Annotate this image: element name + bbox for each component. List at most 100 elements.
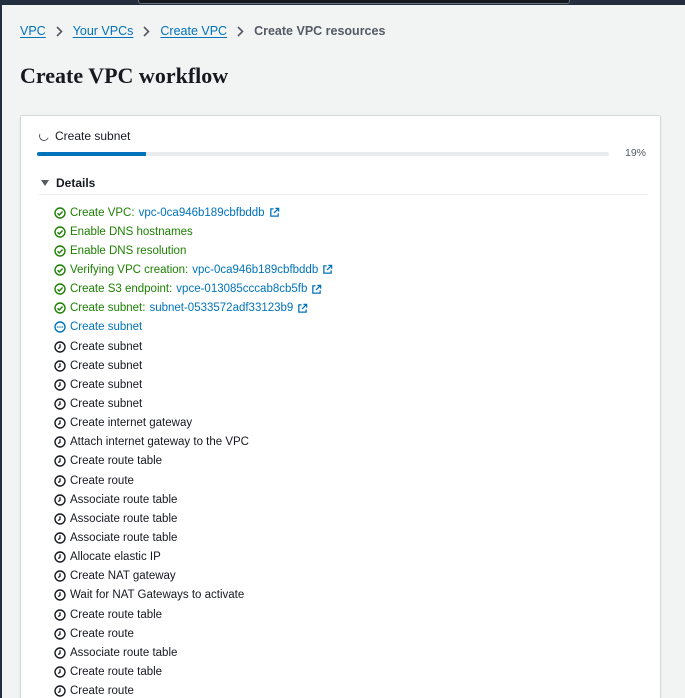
step-label: Create subnet — [70, 397, 143, 410]
status-pending-icon — [54, 474, 66, 487]
step-item: Create subnet: subnet-0533572adf33123b9 — [54, 299, 333, 318]
status-success-icon — [54, 283, 66, 295]
chevron-right-icon — [237, 25, 244, 37]
step-item: Create route — [54, 624, 333, 643]
resource-link[interactable]: vpc-0ca946b189cbfbddb — [139, 207, 265, 219]
external-link-icon[interactable] — [297, 303, 308, 314]
status-pending-icon — [54, 398, 66, 410]
step-label: Associate route table — [70, 493, 178, 506]
status-success-icon — [54, 245, 66, 257]
step-label: Attach internet gateway to the VPC — [70, 436, 249, 449]
resource-link[interactable]: vpce-013085cccab8cb5fb — [176, 283, 307, 295]
status-success-icon — [54, 206, 66, 219]
status-success-icon — [54, 264, 66, 276]
external-link-icon[interactable] — [269, 207, 280, 218]
step-label: Create subnet — [70, 378, 143, 391]
main-content: VPC Your VPCs Create VPC Create VPC reso… — [2, 5, 685, 698]
step-item: Attach internet gateway to the VPC — [54, 433, 333, 452]
step-item: Enable DNS hostnames — [54, 222, 333, 241]
progress-bar-fill — [37, 152, 146, 156]
breadcrumb-your-vpcs[interactable]: Your VPCs — [73, 24, 134, 38]
details-label: Details — [56, 176, 96, 190]
search-input[interactable] — [138, 0, 570, 4]
external-link-icon[interactable] — [322, 264, 333, 275]
step-label: Create route table — [70, 455, 163, 468]
breadcrumb-current: Create VPC resources — [254, 24, 386, 38]
details-toggle[interactable]: Details — [41, 176, 95, 190]
status-pending-icon — [54, 455, 66, 468]
step-item: Verifying VPC creation: vpc-0ca946b189cbf… — [54, 260, 333, 279]
step-label: Associate route table — [70, 512, 178, 525]
progress-percent: 19% — [625, 147, 647, 159]
status-pending-icon — [54, 647, 66, 659]
step-item: Create route — [54, 682, 333, 698]
step-item: Create subnet — [54, 337, 333, 356]
step-item: Associate route table — [54, 528, 333, 547]
status-in-progress-icon — [54, 321, 66, 334]
step-label: Create subnet — [70, 340, 143, 353]
step-label: Create NAT gateway — [70, 570, 176, 583]
status-pending-icon — [54, 685, 66, 697]
step-label: Enable DNS hostnames — [70, 225, 193, 238]
step-item: Create route table — [54, 452, 333, 471]
step-item: Create VPC: vpc-0ca946b189cbfbddb — [54, 203, 333, 222]
chevron-right-icon — [143, 25, 151, 37]
status-success-icon — [54, 302, 66, 314]
step-label: Create VPC: — [70, 206, 135, 219]
step-label: Verifying VPC creation: — [70, 263, 189, 276]
step-label: Create route — [70, 474, 134, 487]
caret-down-icon — [41, 180, 49, 186]
page-title: Create VPC workflow — [20, 63, 229, 88]
status-indicator: Create subnet — [37, 129, 131, 143]
step-item: Create route table — [54, 662, 333, 681]
step-label: Associate route table — [70, 646, 178, 659]
step-item: Create subnet — [54, 356, 333, 375]
step-item: Associate route table — [54, 490, 333, 509]
status-pending-icon — [54, 608, 66, 621]
status-pending-icon — [54, 436, 66, 448]
status-pending-icon — [54, 417, 66, 429]
chevron-right-icon — [56, 25, 63, 37]
step-item: Wait for NAT Gateways to activate — [54, 586, 333, 605]
resource-link[interactable]: vpc-0ca946b189cbfbddb — [192, 264, 318, 276]
status-pending-icon — [54, 379, 66, 391]
step-item: Create subnet — [54, 375, 333, 394]
step-item: Create subnet — [54, 318, 333, 337]
step-item: Allocate elastic IP — [54, 548, 333, 567]
step-label: Create route — [70, 627, 134, 640]
status-pending-icon — [54, 513, 66, 525]
step-item: Create internet gateway — [54, 414, 333, 433]
step-label: Create S3 endpoint: — [70, 283, 173, 296]
workflow-card: Create subnet 19% Details Create VPC: vpc… — [20, 115, 661, 698]
step-item: Associate route table — [54, 643, 333, 662]
progress-bar — [37, 152, 609, 156]
step-label: Create subnet — [70, 321, 143, 334]
step-item: Associate route table — [54, 509, 333, 528]
resource-link[interactable]: subnet-0533572adf33123b9 — [149, 302, 293, 314]
breadcrumb-vpc[interactable]: VPC — [20, 24, 46, 38]
step-label: Create subnet — [70, 359, 143, 372]
status-pending-icon — [54, 493, 66, 506]
status-pending-icon — [54, 570, 66, 582]
step-label: Create route table — [70, 608, 163, 621]
breadcrumb-create-vpc[interactable]: Create VPC — [160, 24, 227, 38]
step-label: Create subnet: — [70, 302, 146, 315]
step-label: Enable DNS resolution — [70, 244, 187, 257]
step-item: Create subnet — [54, 394, 333, 413]
step-item: Enable DNS resolution — [54, 241, 333, 260]
step-label: Create route — [70, 685, 134, 698]
status-pending-icon — [54, 359, 66, 372]
external-link-icon[interactable] — [311, 284, 322, 295]
status-pending-icon — [54, 340, 66, 353]
divider — [39, 194, 647, 195]
step-label: Create internet gateway — [70, 417, 193, 430]
breadcrumb: VPC Your VPCs Create VPC Create VPC reso… — [20, 22, 385, 40]
step-list: Create VPC: vpc-0ca946b189cbfbddb Enable D… — [54, 203, 333, 698]
step-item: Create S3 endpoint: vpce-013085cccab8cb5f… — [54, 280, 333, 299]
step-label: Associate route table — [70, 531, 178, 544]
step-label: Wait for NAT Gateways to activate — [70, 589, 245, 602]
step-label: Create route table — [70, 665, 163, 678]
step-label: Allocate elastic IP — [70, 551, 161, 564]
step-item: Create route — [54, 471, 333, 490]
status-label: Create subnet — [55, 129, 131, 143]
